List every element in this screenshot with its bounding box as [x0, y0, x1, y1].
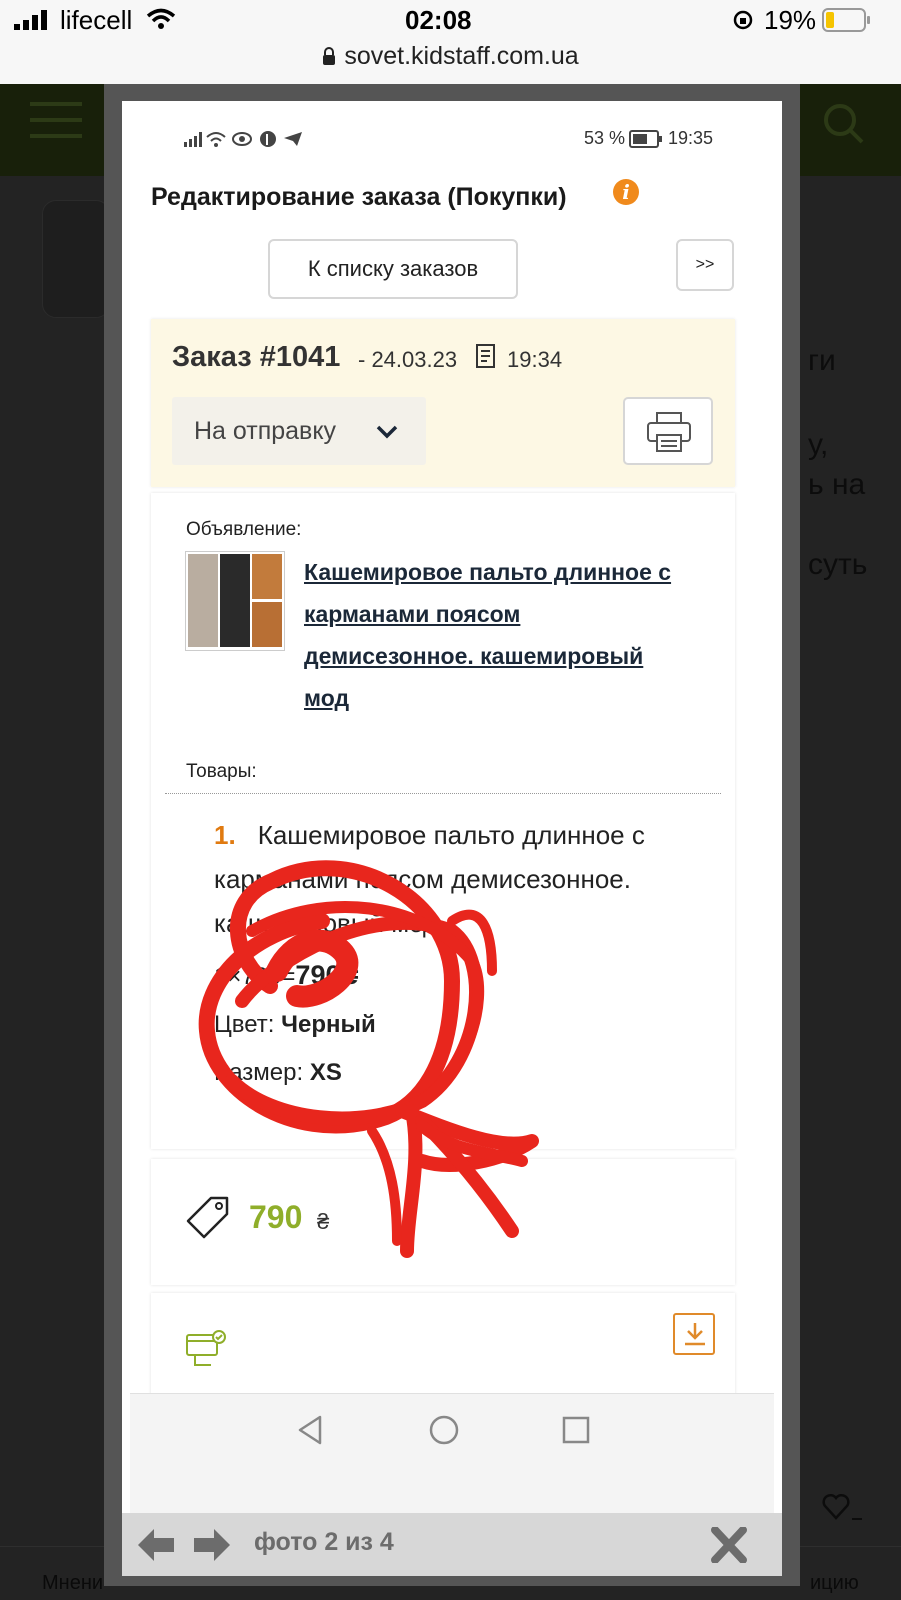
arrow-left-icon[interactable] — [136, 1527, 176, 1563]
carrier-name: lifecell — [60, 5, 133, 35]
arrow-right-icon[interactable] — [192, 1527, 232, 1563]
battery-percent: 19% — [764, 5, 817, 35]
lock-icon — [323, 47, 336, 65]
bg-text: суть — [808, 548, 868, 581]
rotation-lock-icon — [733, 10, 753, 30]
bg-footer-text: Мнени — [42, 1572, 104, 1594]
url-text[interactable]: sovet.kidstaff.com.ua — [0, 42, 901, 71]
menu-icon[interactable] — [30, 100, 82, 140]
gallery-toolbar: фото 2 из 4 — [122, 1513, 782, 1576]
signal-icon — [14, 10, 47, 30]
close-icon[interactable] — [710, 1527, 748, 1563]
wifi-icon — [146, 8, 176, 29]
gallery-caption: фото 2 из 4 — [254, 1528, 394, 1556]
bg-text: ь на — [808, 468, 866, 501]
browser-url-bar[interactable]: sovet.kidstaff.com.ua — [0, 40, 901, 85]
modal-photo: 53 % 19:35 Редактирование заказа (Покупк… — [122, 101, 782, 1513]
bg-text: ги — [808, 344, 836, 377]
search-icon[interactable] — [822, 102, 866, 146]
site-logo — [42, 200, 110, 318]
red-scribble-annotation — [198, 860, 539, 1258]
heart-icon — [822, 1493, 862, 1520]
battery-icon — [822, 8, 870, 32]
bg-text: у, — [808, 428, 829, 461]
ios-status-bar: lifecell 02:08 19% — [0, 0, 901, 40]
bg-footer-text: ицию — [810, 1572, 859, 1594]
clock: 02:08 — [405, 5, 472, 35]
